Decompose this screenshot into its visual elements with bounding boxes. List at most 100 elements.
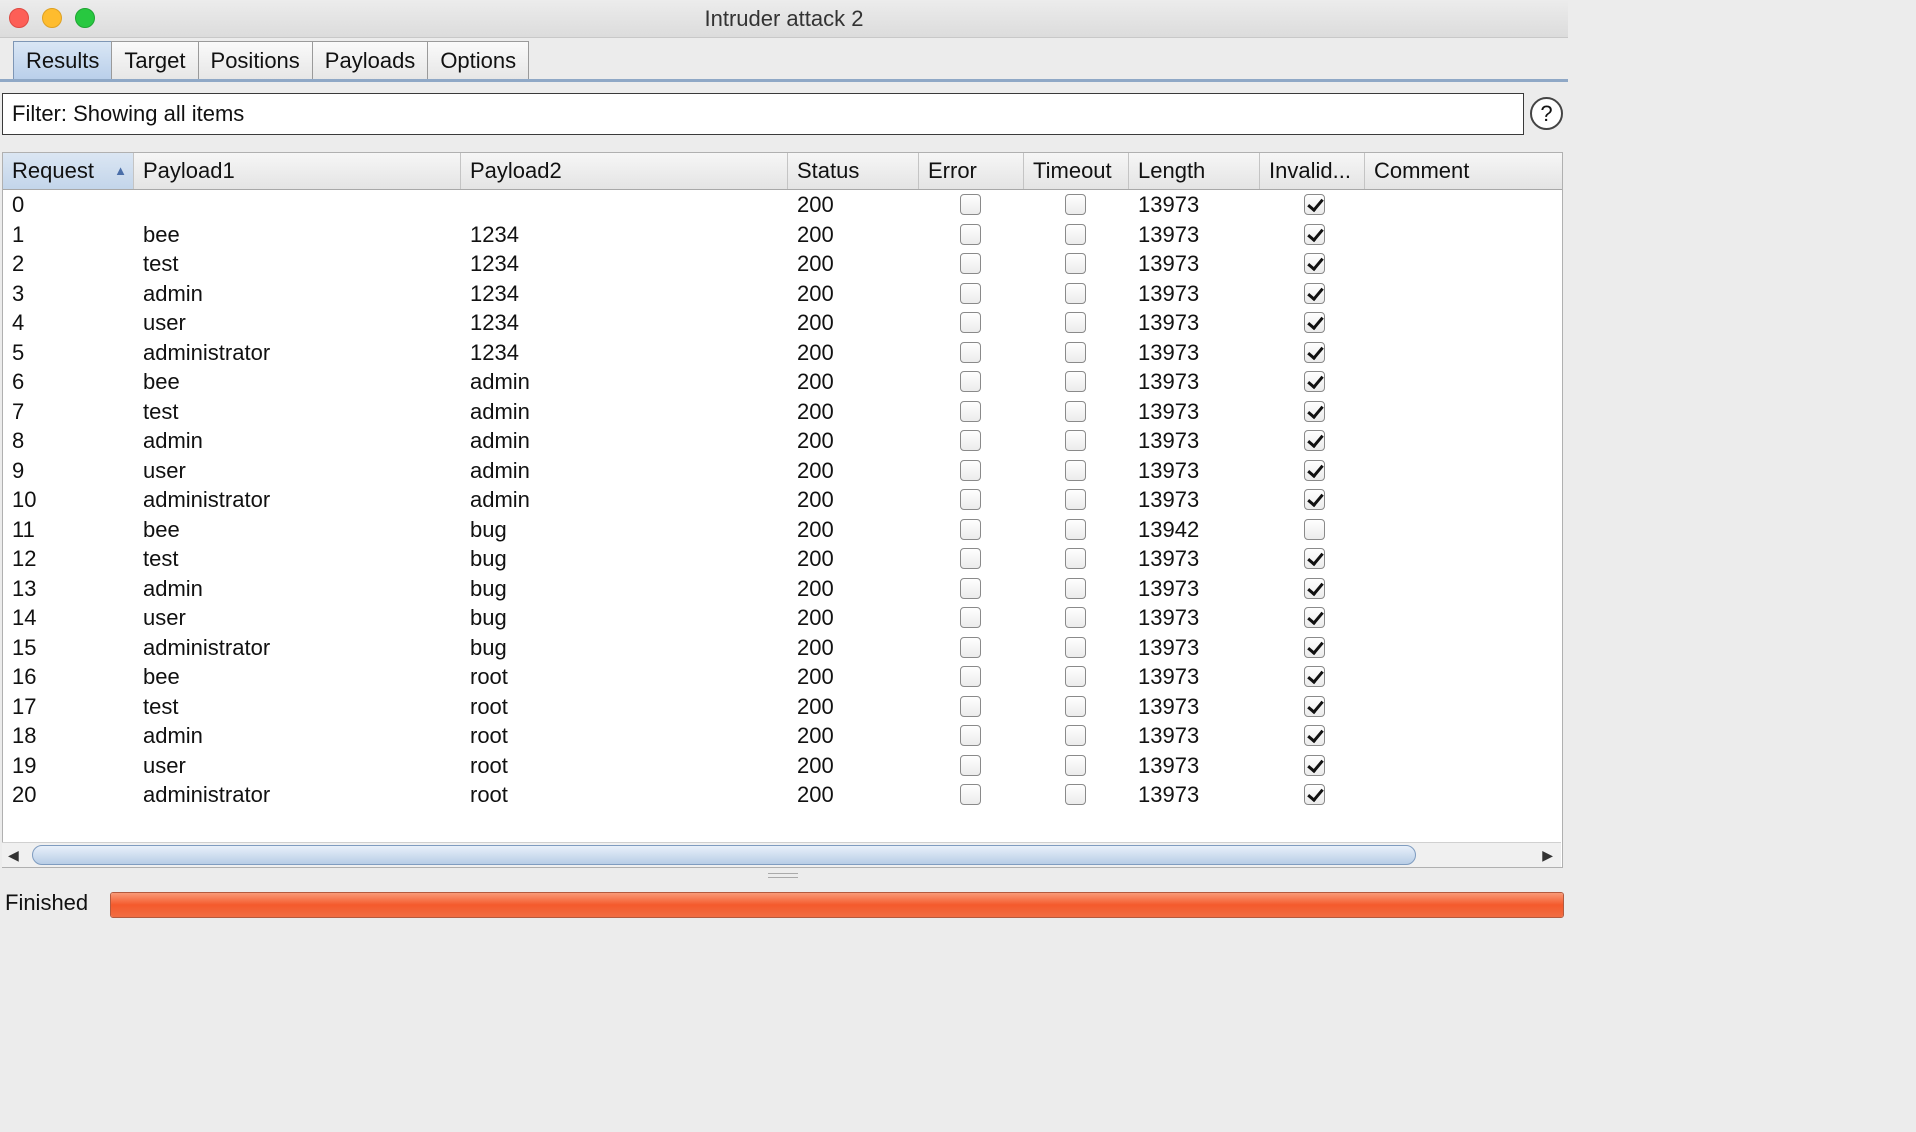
error-checkbox[interactable] — [960, 754, 981, 776]
table-row[interactable]: 12 test bug 200 13973 — [3, 544, 1562, 574]
timeout-checkbox[interactable] — [1065, 282, 1086, 304]
table-row[interactable]: 5 administrator 1234 200 13973 — [3, 338, 1562, 368]
invalid-checkbox[interactable] — [1304, 754, 1325, 776]
tab-payloads[interactable]: Payloads — [311, 41, 429, 80]
timeout-checkbox[interactable] — [1065, 607, 1086, 628]
invalid-checkbox[interactable] — [1304, 371, 1325, 392]
error-checkbox[interactable] — [960, 577, 981, 599]
table-row[interactable]: 19 user root 200 13973 — [3, 751, 1562, 781]
timeout-checkbox[interactable] — [1065, 725, 1086, 746]
error-checkbox[interactable] — [960, 223, 981, 245]
column-header-invalid[interactable]: Invalid... — [1260, 153, 1365, 189]
error-checkbox[interactable] — [960, 548, 981, 569]
table-row[interactable]: 7 test admin 200 13973 — [3, 397, 1562, 427]
error-checkbox[interactable] — [960, 666, 981, 687]
error-checkbox[interactable] — [960, 253, 981, 274]
table-row[interactable]: 13 admin bug 200 13973 — [3, 574, 1562, 604]
table-row[interactable]: 15 administrator bug 200 13973 — [3, 633, 1562, 663]
table-row[interactable]: 9 user admin 200 13973 — [3, 456, 1562, 486]
tab-options[interactable]: Options — [427, 41, 530, 80]
invalid-checkbox[interactable] — [1304, 400, 1325, 422]
scrollbar-thumb[interactable] — [32, 845, 1416, 865]
column-header-status[interactable]: Status — [788, 153, 919, 189]
invalid-checkbox[interactable] — [1304, 548, 1325, 569]
error-checkbox[interactable] — [960, 400, 981, 422]
error-checkbox[interactable] — [960, 489, 981, 510]
table-row[interactable]: 10 administrator admin 200 13973 — [3, 485, 1562, 515]
timeout-checkbox[interactable] — [1065, 341, 1086, 363]
table-row[interactable]: 3 admin 1234 200 13973 — [3, 279, 1562, 309]
column-header-length[interactable]: Length — [1129, 153, 1260, 189]
table-row[interactable]: 8 admin admin 200 13973 — [3, 426, 1562, 456]
column-header-error[interactable]: Error — [919, 153, 1024, 189]
help-icon[interactable]: ? — [1530, 97, 1563, 130]
tab-positions[interactable]: Positions — [197, 41, 313, 80]
timeout-checkbox[interactable] — [1065, 371, 1086, 392]
error-checkbox[interactable] — [960, 312, 981, 333]
invalid-checkbox[interactable] — [1304, 577, 1325, 599]
invalid-checkbox[interactable] — [1304, 194, 1325, 215]
table-row[interactable]: 2 test 1234 200 13973 — [3, 249, 1562, 279]
table-row[interactable]: 11 bee bug 200 13942 — [3, 515, 1562, 545]
timeout-checkbox[interactable] — [1065, 577, 1086, 599]
timeout-checkbox[interactable] — [1065, 400, 1086, 422]
error-checkbox[interactable] — [960, 725, 981, 746]
timeout-checkbox[interactable] — [1065, 666, 1086, 687]
table-row[interactable]: 18 admin root 200 13973 — [3, 721, 1562, 751]
invalid-checkbox[interactable] — [1304, 725, 1325, 746]
scroll-right-icon[interactable]: ▶ — [1542, 847, 1553, 864]
table-row[interactable]: 1 bee 1234 200 13973 — [3, 220, 1562, 250]
table-row[interactable]: 20 administrator root 200 13973 — [3, 780, 1562, 810]
table-row[interactable]: 4 user 1234 200 13973 — [3, 308, 1562, 338]
table-row[interactable]: 17 test root 200 13973 — [3, 692, 1562, 722]
error-checkbox[interactable] — [960, 607, 981, 628]
timeout-checkbox[interactable] — [1065, 695, 1086, 717]
table-row[interactable]: 0 200 13973 — [3, 190, 1562, 220]
invalid-checkbox[interactable] — [1304, 489, 1325, 510]
error-checkbox[interactable] — [960, 518, 981, 540]
invalid-checkbox[interactable] — [1304, 341, 1325, 363]
filter-bar[interactable]: Filter: Showing all items — [2, 93, 1524, 135]
column-header-payload2[interactable]: Payload2 — [461, 153, 788, 189]
error-checkbox[interactable] — [960, 784, 981, 805]
timeout-checkbox[interactable] — [1065, 518, 1086, 540]
tab-target[interactable]: Target — [111, 41, 199, 80]
table-row[interactable]: 16 bee root 200 13973 — [3, 662, 1562, 692]
invalid-checkbox[interactable] — [1304, 636, 1325, 658]
invalid-checkbox[interactable] — [1304, 784, 1325, 805]
timeout-checkbox[interactable] — [1065, 636, 1086, 658]
error-checkbox[interactable] — [960, 371, 981, 392]
error-checkbox[interactable] — [960, 695, 981, 717]
timeout-checkbox[interactable] — [1065, 312, 1086, 333]
invalid-checkbox[interactable] — [1304, 607, 1325, 628]
column-header-timeout[interactable]: Timeout — [1024, 153, 1129, 189]
timeout-checkbox[interactable] — [1065, 194, 1086, 215]
split-pane-divider[interactable] — [768, 873, 798, 878]
timeout-checkbox[interactable] — [1065, 548, 1086, 569]
invalid-checkbox[interactable] — [1304, 223, 1325, 245]
column-header-comment[interactable]: Comment — [1365, 153, 1562, 189]
invalid-checkbox[interactable] — [1304, 695, 1325, 717]
timeout-checkbox[interactable] — [1065, 223, 1086, 245]
table-row[interactable]: 14 user bug 200 13973 — [3, 603, 1562, 633]
timeout-checkbox[interactable] — [1065, 430, 1086, 451]
scroll-left-icon[interactable]: ◀ — [8, 847, 19, 864]
tab-results[interactable]: Results — [13, 41, 113, 80]
error-checkbox[interactable] — [960, 194, 981, 215]
invalid-checkbox[interactable] — [1304, 253, 1325, 274]
error-checkbox[interactable] — [960, 459, 981, 481]
error-checkbox[interactable] — [960, 430, 981, 451]
error-checkbox[interactable] — [960, 282, 981, 304]
timeout-checkbox[interactable] — [1065, 784, 1086, 805]
invalid-checkbox[interactable] — [1304, 312, 1325, 333]
error-checkbox[interactable] — [960, 341, 981, 363]
invalid-checkbox[interactable] — [1304, 518, 1325, 540]
timeout-checkbox[interactable] — [1065, 459, 1086, 481]
timeout-checkbox[interactable] — [1065, 754, 1086, 776]
column-header-request[interactable]: Request ▲ — [3, 153, 134, 189]
invalid-checkbox[interactable] — [1304, 430, 1325, 451]
invalid-checkbox[interactable] — [1304, 282, 1325, 304]
timeout-checkbox[interactable] — [1065, 253, 1086, 274]
invalid-checkbox[interactable] — [1304, 459, 1325, 481]
invalid-checkbox[interactable] — [1304, 666, 1325, 687]
